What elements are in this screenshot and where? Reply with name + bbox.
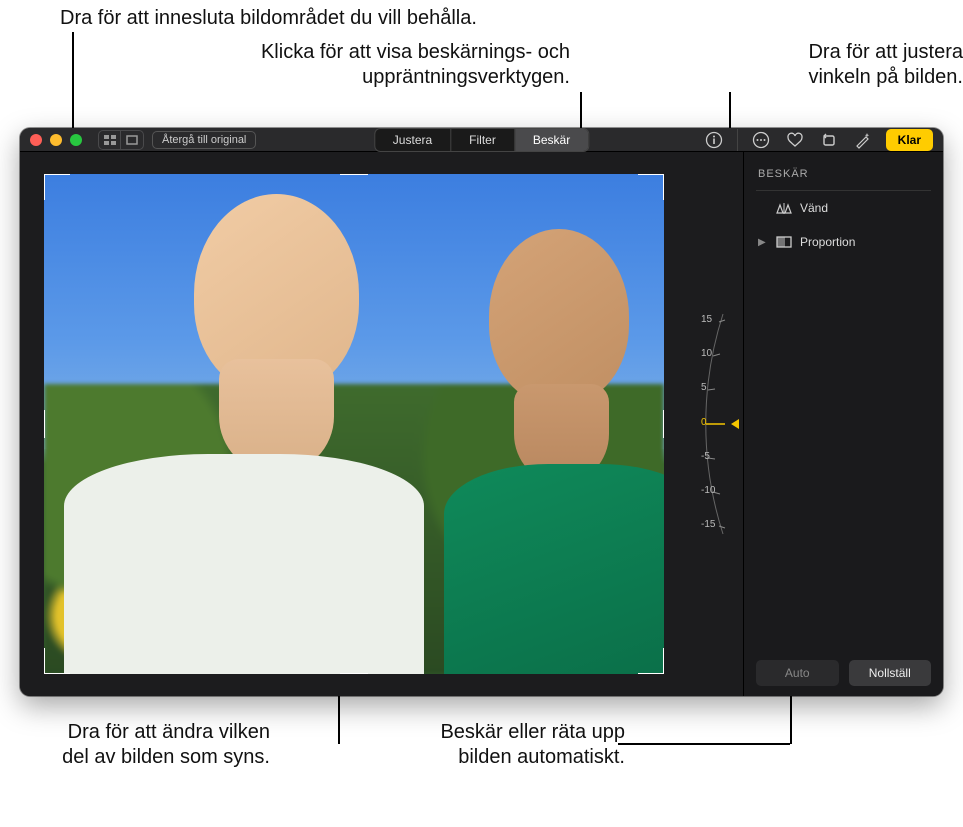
enhance-icon[interactable]: [852, 129, 874, 151]
chevron-right-icon: ▶: [758, 237, 768, 248]
close-window-button[interactable]: [30, 134, 42, 146]
callout-text: Dra för att ändra vilken: [45, 720, 270, 745]
dial-tick-label: -15: [701, 519, 715, 530]
dial-tick-label: 15: [701, 314, 712, 325]
done-button[interactable]: Klar: [886, 129, 933, 151]
app-window: Återgå till original Justera Filter Besk…: [20, 128, 943, 696]
callout-text: Dra för att justera: [773, 40, 963, 65]
sidebar-footer: Auto Nollställ: [756, 650, 931, 686]
callout-text: uppräntningsverktygen.: [190, 65, 570, 90]
dial-pointer-icon: [731, 419, 739, 429]
callout-text: Klicka för att visa beskärnings- och: [190, 40, 570, 65]
flip-row[interactable]: Vänd: [756, 191, 931, 225]
dial-tick-label: -5: [701, 451, 710, 462]
aspect-row[interactable]: ▶ Proportion: [756, 225, 931, 259]
sidebar-title: BESKÄR: [756, 162, 931, 191]
tab-adjust[interactable]: Justera: [375, 129, 451, 151]
toolbar-divider: [737, 129, 738, 151]
reset-button[interactable]: Nollställ: [849, 660, 932, 686]
rotate-icon[interactable]: [818, 129, 840, 151]
window-controls: [30, 134, 82, 146]
dial-tick-zero: 0: [701, 417, 707, 428]
callout-text: Beskär eller räta upp: [400, 720, 625, 745]
editor-body: 15 10 5 0 -5 -10 -15 BESKÄR Vänd ▶: [20, 152, 943, 696]
info-icon[interactable]: [703, 129, 725, 151]
callout-text: vinkeln på bilden.: [773, 65, 963, 90]
tab-filter[interactable]: Filter: [451, 129, 515, 151]
toolbar: Återgå till original Justera Filter Besk…: [20, 128, 943, 152]
flip-icon: [776, 201, 792, 215]
flip-label: Vänd: [800, 201, 828, 215]
toolbar-right: Klar: [703, 129, 933, 151]
callout-drag-enclose: Dra för att innesluta bildområdet du vil…: [60, 6, 477, 31]
callout-drag-change: Dra för att ändra vilken del av bilden s…: [45, 720, 270, 770]
grid-view-icon[interactable]: [99, 131, 121, 149]
view-toggle[interactable]: [98, 130, 144, 150]
edit-mode-segmented: Justera Filter Beskär: [374, 128, 589, 152]
more-icon[interactable]: [750, 129, 772, 151]
aspect-icon: [776, 235, 792, 249]
aspect-label: Proportion: [800, 235, 855, 249]
tab-crop[interactable]: Beskär: [515, 129, 588, 151]
minimize-window-button[interactable]: [50, 134, 62, 146]
callout-text: bilden automatiskt.: [400, 745, 625, 770]
favorite-icon[interactable]: [784, 129, 806, 151]
auto-button[interactable]: Auto: [756, 660, 839, 686]
photo-canvas[interactable]: [44, 174, 664, 674]
revert-to-original-button[interactable]: Återgå till original: [152, 131, 256, 149]
callout-click-tools: Klicka för att visa beskärnings- och upp…: [190, 40, 570, 90]
dial-tick-label: 5: [701, 382, 707, 393]
straighten-dial[interactable]: 15 10 5 0 -5 -10 -15: [693, 304, 737, 544]
crop-sidebar: BESKÄR Vänd ▶ Proportion Auto Nollställ: [743, 152, 943, 696]
dial-tick-label: -10: [701, 485, 715, 496]
fullscreen-window-button[interactable]: [70, 134, 82, 146]
callout-auto-crop: Beskär eller räta upp bilden automatiskt…: [400, 720, 625, 770]
callout-drag-angle: Dra för att justera vinkeln på bilden.: [773, 40, 963, 90]
dial-tick-label: 10: [701, 348, 712, 359]
callout-text: del av bilden som syns.: [45, 745, 270, 770]
canvas-area: 15 10 5 0 -5 -10 -15: [20, 152, 743, 696]
single-view-icon[interactable]: [121, 131, 143, 149]
callout-line: [618, 743, 790, 745]
